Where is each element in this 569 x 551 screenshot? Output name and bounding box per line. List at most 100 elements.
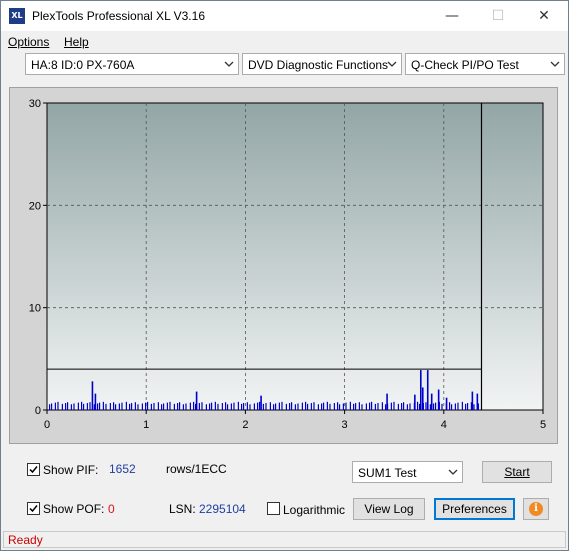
pif-bar: [358, 402, 360, 410]
x-tick-label: 2: [242, 419, 248, 431]
pif-bar: [313, 402, 315, 410]
pif-bar: [409, 403, 411, 410]
function-select[interactable]: DVD Diagnostic Functions: [242, 53, 402, 75]
pif-bar: [464, 403, 467, 410]
pif-bar: [77, 402, 79, 410]
pif-bar: [434, 402, 437, 410]
pif-bar: [272, 404, 275, 410]
chevron-down-icon: [387, 61, 397, 67]
pif-bar: [141, 403, 143, 410]
pif-bar: [130, 403, 133, 410]
pif-bar: [249, 404, 251, 410]
pif-bar: [144, 402, 147, 410]
checkmark-icon: [29, 466, 38, 474]
info-button[interactable]: i: [523, 498, 549, 520]
pif-bar: [96, 403, 99, 410]
pif-bar: [105, 403, 107, 410]
pif-bar: [473, 404, 475, 410]
pif-bar: [301, 402, 303, 410]
status-text: Ready: [8, 533, 43, 547]
pif-bar: [246, 402, 248, 410]
pif-spike-bar: [426, 370, 429, 410]
lsn-value: 2295104: [199, 502, 246, 516]
pif-bar: [406, 404, 408, 410]
pif-bar: [333, 403, 335, 410]
pif-bar: [397, 403, 399, 410]
pif-bar: [80, 401, 83, 410]
test-select[interactable]: Q-Check PI/PO Test: [405, 53, 565, 75]
lsn-label: LSN:: [169, 502, 196, 516]
pif-bar: [153, 403, 155, 410]
control-panel: Show PIF: 1652 rows/1ECC SUM1 Test Start…: [1, 451, 568, 531]
pif-bar: [208, 403, 211, 410]
pif-bar: [214, 401, 216, 410]
menu-options[interactable]: Options: [8, 35, 49, 49]
pif-bar: [400, 403, 403, 410]
pif-bar: [178, 402, 181, 410]
pif-bar: [150, 403, 152, 410]
pif-spike-bar: [445, 397, 448, 410]
pif-bar: [182, 404, 184, 410]
toolbar: HA:8 ID:0 PX-760A DVD Diagnostic Functio…: [1, 53, 568, 80]
pif-bar: [50, 403, 53, 410]
pif-spike-bar: [419, 370, 422, 410]
start-button[interactable]: Start: [482, 461, 552, 483]
title-bar[interactable]: XL PlexTools Professional XL V3.16 — ☐ ✕: [1, 1, 568, 31]
pif-bar: [304, 401, 307, 410]
pif-bar: [265, 403, 267, 410]
chevron-down-icon: [550, 61, 560, 67]
close-icon[interactable]: ✕: [521, 1, 567, 31]
test-select-value: Q-Check PI/PO Test: [411, 58, 519, 72]
view-log-button-label: View Log: [364, 502, 414, 516]
x-tick-label: 4: [441, 419, 447, 431]
pif-bar: [457, 402, 459, 410]
x-tick-label: 5: [540, 419, 546, 431]
menu-help[interactable]: Help: [64, 35, 89, 49]
pif-spike-bar: [195, 391, 198, 410]
show-pof-label: Show POF:: [43, 502, 105, 516]
minimize-icon[interactable]: —: [429, 1, 475, 31]
pif-bar: [233, 402, 235, 410]
show-pif-label: Show PIF:: [43, 463, 99, 477]
pif-bar: [185, 403, 187, 410]
pif-bar: [326, 401, 328, 410]
pif-spike-bar: [414, 394, 416, 410]
start-button-label: Start: [504, 465, 530, 479]
y-tick-label: 20: [29, 200, 41, 212]
pif-bar: [57, 401, 59, 410]
pif-bar: [112, 402, 115, 410]
pif-bar: [157, 402, 159, 410]
pif-bar: [345, 402, 347, 410]
pif-bar: [221, 403, 223, 410]
x-tick-label: 0: [44, 419, 50, 431]
checkmark-icon: [29, 505, 38, 513]
plot-area: [46, 102, 544, 411]
preferences-button[interactable]: Preferences: [434, 498, 515, 520]
show-pof-checkbox[interactable]: [27, 502, 40, 515]
app-window: XL PlexTools Professional XL V3.16 — ☐ ✕…: [0, 0, 569, 551]
pif-spike-bar: [437, 389, 440, 410]
logarithmic-checkbox[interactable]: [267, 502, 280, 515]
drive-select[interactable]: HA:8 ID:0 PX-760A: [25, 53, 239, 75]
pif-bar: [381, 402, 383, 410]
pif-bar: [317, 404, 319, 410]
pif-bar: [354, 403, 357, 410]
pif-spike-bar: [430, 393, 433, 410]
sum-test-select[interactable]: SUM1 Test: [352, 461, 463, 483]
pif-bar: [192, 401, 195, 410]
pif-bar: [402, 402, 405, 410]
pif-bar: [240, 403, 243, 410]
preferences-button-label: Preferences: [442, 502, 507, 516]
pif-bar: [262, 403, 264, 410]
pi-po-chart: 0 1 2 3 4 5 0 10 20 30: [29, 98, 546, 431]
view-log-button[interactable]: View Log: [353, 498, 425, 520]
y-tick-label: 0: [35, 405, 41, 417]
show-pif-checkbox[interactable]: [27, 463, 40, 476]
pif-bar: [137, 404, 139, 410]
pif-bar: [450, 404, 453, 410]
pif-bar: [288, 403, 291, 410]
pif-bar: [441, 403, 443, 410]
pif-bar: [125, 401, 127, 410]
pif-bar: [198, 403, 200, 410]
logarithmic-label: Logarithmic: [283, 503, 346, 517]
